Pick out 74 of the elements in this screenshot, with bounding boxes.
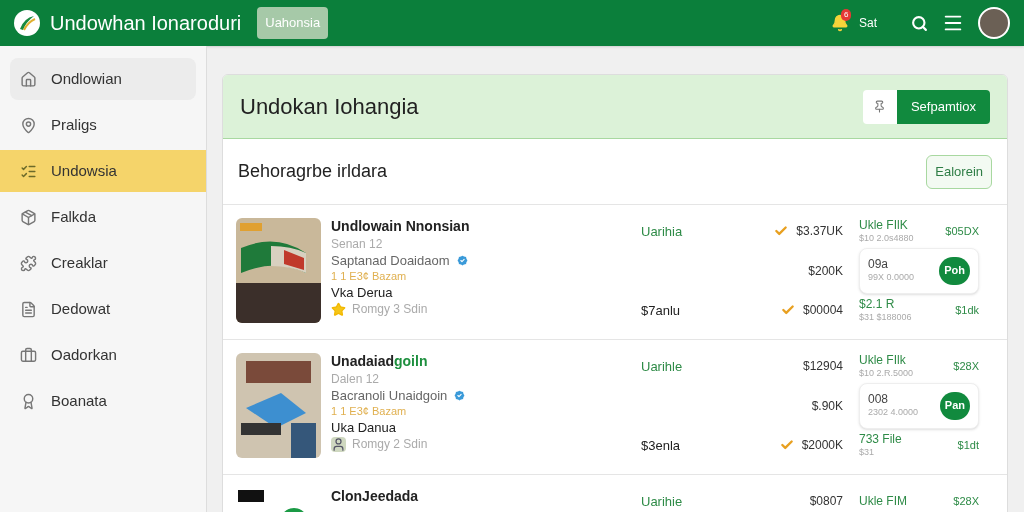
home-icon [20,70,37,88]
offer-label: 008 [868,392,890,408]
amount-text: $12904 [802,358,843,375]
listing-title: Unadaiadgoiln [331,353,429,371]
offer-detail: $31 $188006 [859,311,912,324]
pin-button[interactable] [862,89,897,124]
offer-detail: 2302 4.0000 [868,407,919,419]
status-text: Uarihle [641,359,683,374]
notification-count: 6 [841,9,852,21]
offer-label: Ukle FIM [859,493,907,509]
agent-name: Uka Danua [331,419,398,436]
sidebar-item[interactable]: Ondlowian [10,58,196,100]
search-icon[interactable] [911,14,928,32]
briefcase-icon [20,346,37,364]
amount-text: $3.37UK [796,223,843,240]
listing-subtitle: Senan 12 [331,236,384,252]
sidebar-item[interactable]: Oadorkan [0,334,206,376]
sidebar-item[interactable]: Undowsia [0,150,206,192]
notification-icon[interactable] [831,14,849,32]
rating-text: Romgy 2 Sdin [352,436,428,452]
day-label: Sat [859,15,877,32]
offer-detail: 99X 0.0000 [868,272,915,284]
star-icon [331,301,346,317]
offer-button[interactable]: Pan [939,391,970,420]
offer-button[interactable]: Poh [939,256,970,285]
listing-title: Undlowain Nnonsian [331,218,471,236]
pin-icon [20,116,37,134]
offer-price: $28X [953,493,979,509]
avatar-icon [331,436,346,452]
listing-subtitle: Dalen 12 [331,371,381,387]
app-title: Undowhan Ionaroduri [50,11,242,36]
sidebar-item[interactable]: Boanata [0,380,206,422]
sidebar-item[interactable]: Creaklar [0,242,206,284]
offer-label: $2.1 R [859,296,896,312]
listing-title: ClonJeedada [331,488,420,506]
amount-text: $200K [808,262,843,280]
price-text: $3enla [641,438,681,453]
offer-label: Ukle FIlK [859,217,909,233]
sidebar-item[interactable]: Praligs [0,104,206,146]
offer-label: 733 File [859,431,902,447]
pin-icon [873,100,887,113]
listing-tag: 1 1 E3¢ Bazam [331,269,641,284]
panel-title: Undokan Iohangia [240,93,419,121]
amount-text: $0807 [809,493,843,510]
primary-button[interactable]: Sefpamtiox [896,89,990,124]
amount-text: $.90K [811,397,843,415]
status-text: Uarihia [641,224,683,239]
seller-name: Saptanad Doaidaom [331,252,450,269]
seller-name: Bacranoli Unaidgoin [331,387,448,404]
offer-label: 09a [868,257,890,273]
listing-tag: 1 1 E3¢ Bazam [331,404,641,419]
sidebar-item[interactable]: Dedowat [0,288,206,330]
price-text: $7anlu [641,303,681,318]
agent-name: Vka Derua [331,284,394,301]
offer-label: Ukle FIlk [859,352,907,368]
offer-price: $05DX [945,223,979,239]
avatar[interactable] [978,7,1010,39]
amount-text: $00004 [802,302,843,319]
offer-detail: $31 [859,446,876,459]
box-icon [20,208,37,226]
puzzle-icon [20,254,37,272]
offer-detail: $10 2.0s4880 [859,232,914,245]
amount-text: $2000K [801,437,843,454]
offer-price: $1dt [957,437,979,453]
logo-icon [14,10,40,36]
rating-text: Romgy 3 Sdin [352,301,428,317]
offer-price: $1dk [955,302,979,318]
sidebar-item[interactable]: Falkda [0,196,206,238]
section-title: Behoragrbe irldara [238,160,388,183]
offer-detail: $10 2.R.5000 [859,367,914,380]
status-text: Uarihie [641,494,683,509]
offer-price: $28X [953,358,979,374]
document-icon [20,300,37,318]
section-button[interactable]: Ealorein [926,154,992,189]
